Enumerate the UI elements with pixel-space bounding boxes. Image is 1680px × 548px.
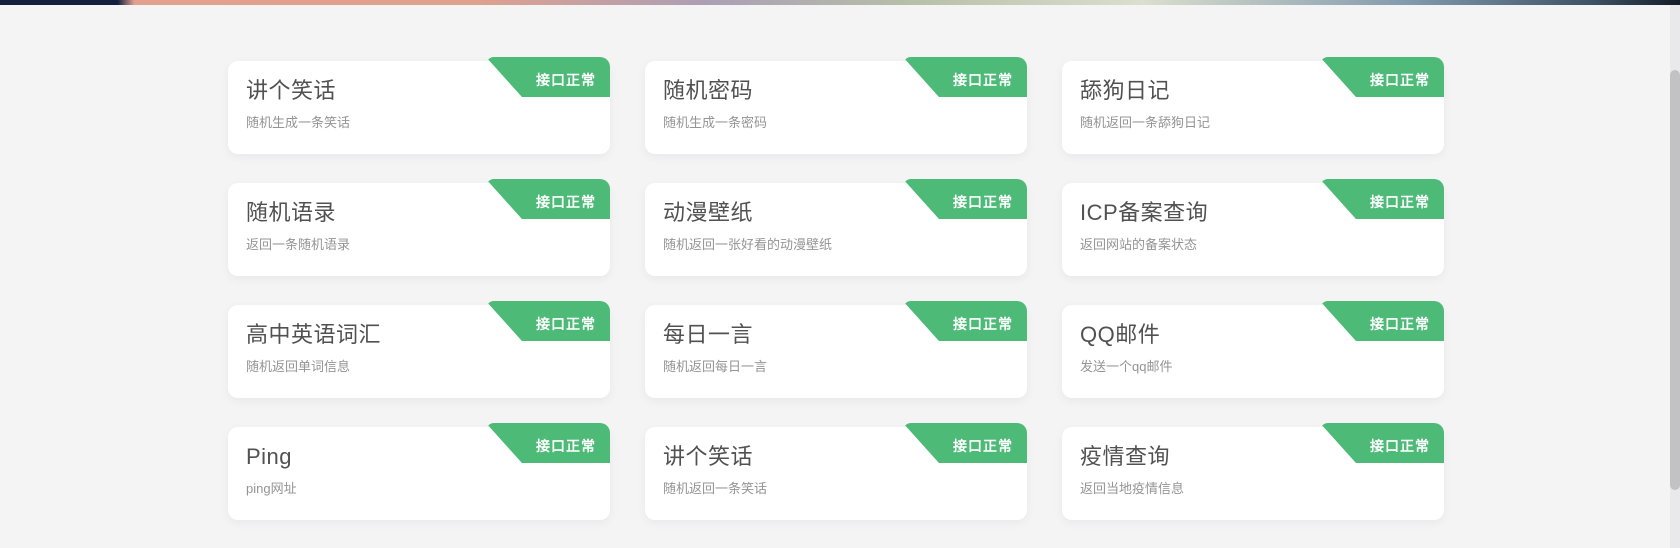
status-badge: 接口正常 bbox=[1370, 314, 1430, 334]
api-card-covid-lookup[interactable]: 接口正常 疫情查询 返回当地疫情信息 bbox=[1062, 427, 1444, 520]
card-description: ping网址 bbox=[246, 478, 590, 497]
status-badge: 接口正常 bbox=[536, 70, 596, 90]
card-description: 随机生成一条密码 bbox=[663, 112, 1007, 131]
status-badge: 接口正常 bbox=[1370, 436, 1430, 456]
card-description: 返回一条随机语录 bbox=[246, 234, 590, 253]
api-card-grid: 接口正常 讲个笑话 随机生成一条笑话 接口正常 随机密码 随机生成一条密码 接口… bbox=[228, 61, 1444, 520]
card-description: 随机返回一张好看的动漫壁纸 bbox=[663, 234, 1007, 253]
status-badge: 接口正常 bbox=[953, 70, 1013, 90]
api-card-qq-mail[interactable]: 接口正常 QQ邮件 发送一个qq邮件 bbox=[1062, 305, 1444, 398]
api-card-joke-2[interactable]: 接口正常 讲个笑话 随机返回一条笑话 bbox=[645, 427, 1027, 520]
status-badge: 接口正常 bbox=[536, 192, 596, 212]
card-description: 发送一个qq邮件 bbox=[1080, 356, 1424, 375]
top-banner-strip bbox=[0, 0, 1680, 5]
api-card-dog-diary[interactable]: 接口正常 舔狗日记 随机返回一条舔狗日记 bbox=[1062, 61, 1444, 154]
scrollbar-thumb[interactable] bbox=[1670, 70, 1680, 490]
api-card-icp-lookup[interactable]: 接口正常 ICP备案查询 返回网站的备案状态 bbox=[1062, 183, 1444, 276]
status-badge: 接口正常 bbox=[953, 436, 1013, 456]
card-description: 随机返回一条舔狗日记 bbox=[1080, 112, 1424, 131]
card-description: 随机生成一条笑话 bbox=[246, 112, 590, 131]
api-card-random-password[interactable]: 接口正常 随机密码 随机生成一条密码 bbox=[645, 61, 1027, 154]
api-card-random-quote[interactable]: 接口正常 随机语录 返回一条随机语录 bbox=[228, 183, 610, 276]
api-card-joke-1[interactable]: 接口正常 讲个笑话 随机生成一条笑话 bbox=[228, 61, 610, 154]
card-description: 随机返回每日一言 bbox=[663, 356, 1007, 375]
card-description: 随机返回一条笑话 bbox=[663, 478, 1007, 497]
status-badge: 接口正常 bbox=[953, 192, 1013, 212]
status-badge: 接口正常 bbox=[536, 436, 596, 456]
api-card-english-vocab[interactable]: 接口正常 高中英语词汇 随机返回单词信息 bbox=[228, 305, 610, 398]
api-card-daily-sentence[interactable]: 接口正常 每日一言 随机返回每日一言 bbox=[645, 305, 1027, 398]
card-description: 返回当地疫情信息 bbox=[1080, 478, 1424, 497]
api-card-anime-wallpaper[interactable]: 接口正常 动漫壁纸 随机返回一张好看的动漫壁纸 bbox=[645, 183, 1027, 276]
card-description: 随机返回单词信息 bbox=[246, 356, 590, 375]
status-badge: 接口正常 bbox=[1370, 192, 1430, 212]
status-badge: 接口正常 bbox=[1370, 70, 1430, 90]
status-badge: 接口正常 bbox=[953, 314, 1013, 334]
api-card-ping[interactable]: 接口正常 Ping ping网址 bbox=[228, 427, 610, 520]
card-description: 返回网站的备案状态 bbox=[1080, 234, 1424, 253]
status-badge: 接口正常 bbox=[536, 314, 596, 334]
scrollbar-track[interactable] bbox=[1670, 5, 1680, 548]
